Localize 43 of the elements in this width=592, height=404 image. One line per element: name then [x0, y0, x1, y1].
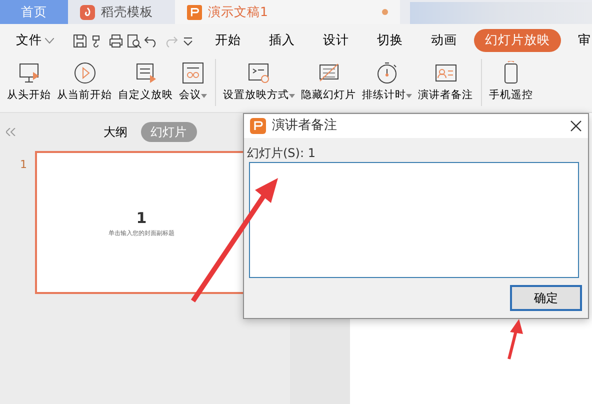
ribbon-button[interactable]: 从当前开始 — [54, 59, 115, 106]
ribbon-tab[interactable]: 设计 — [312, 29, 360, 52]
caret-icon — [406, 91, 412, 100]
presentation-app-icon — [187, 4, 202, 20]
ribbon-button[interactable]: 演讲者备注 — [415, 59, 482, 106]
projector-icon — [17, 61, 41, 85]
notes-field[interactable] — [249, 162, 579, 278]
ribbon-tab[interactable]: 审 — [567, 29, 592, 52]
ribbon-button[interactable]: 设置放映方式 — [220, 59, 298, 106]
ribbon-button[interactable]: 排练计时 — [359, 59, 415, 106]
ribbon-button[interactable]: 从头开始 — [4, 59, 54, 106]
print-icon[interactable] — [108, 32, 124, 48]
ribbon-tab[interactable]: 开始 — [204, 29, 252, 52]
slideshow-settings-icon — [247, 61, 271, 85]
window-tab[interactable]: 稻壳模板 — [68, 0, 175, 24]
file-menu[interactable]: 文件 — [10, 29, 60, 52]
panel-tab[interactable]: 大纲 — [94, 122, 138, 142]
flame-logo-icon — [80, 4, 95, 20]
dialog-title: 演讲者备注 — [272, 117, 337, 136]
close-icon[interactable] — [570, 120, 582, 132]
ribbon-tab[interactable]: 插入 — [258, 29, 306, 52]
unsaved-dot-icon — [382, 9, 388, 15]
slide-number: 1 — [20, 157, 27, 173]
ribbon-button[interactable]: 自定义放映 — [115, 59, 176, 106]
custom-show-icon — [134, 61, 158, 85]
ribbon-button[interactable]: 会议 — [176, 59, 216, 106]
chevron-down-icon — [45, 38, 54, 44]
preview-icon[interactable] — [126, 32, 142, 48]
save-icon[interactable] — [72, 32, 88, 48]
ribbon-tab[interactable]: 切换 — [366, 29, 414, 52]
field-label: 幻灯片(S): 1 — [247, 146, 316, 160]
meeting-icon — [181, 61, 205, 85]
ribbon-tab[interactable]: 动画 — [420, 29, 468, 52]
slide-title: 1 — [136, 208, 147, 229]
presentation-app-icon — [250, 118, 266, 134]
ribbon-button[interactable]: 隐藏幻灯片 — [298, 59, 359, 106]
stopwatch-icon — [375, 61, 399, 85]
caret-icon — [201, 91, 207, 100]
ok-button[interactable]: 确定 — [510, 285, 582, 311]
play-circle-icon — [72, 61, 96, 85]
annotation-arrow — [508, 319, 523, 360]
caret-icon — [289, 91, 295, 100]
ribbon-button[interactable]: 手机遥控 — [486, 59, 536, 106]
